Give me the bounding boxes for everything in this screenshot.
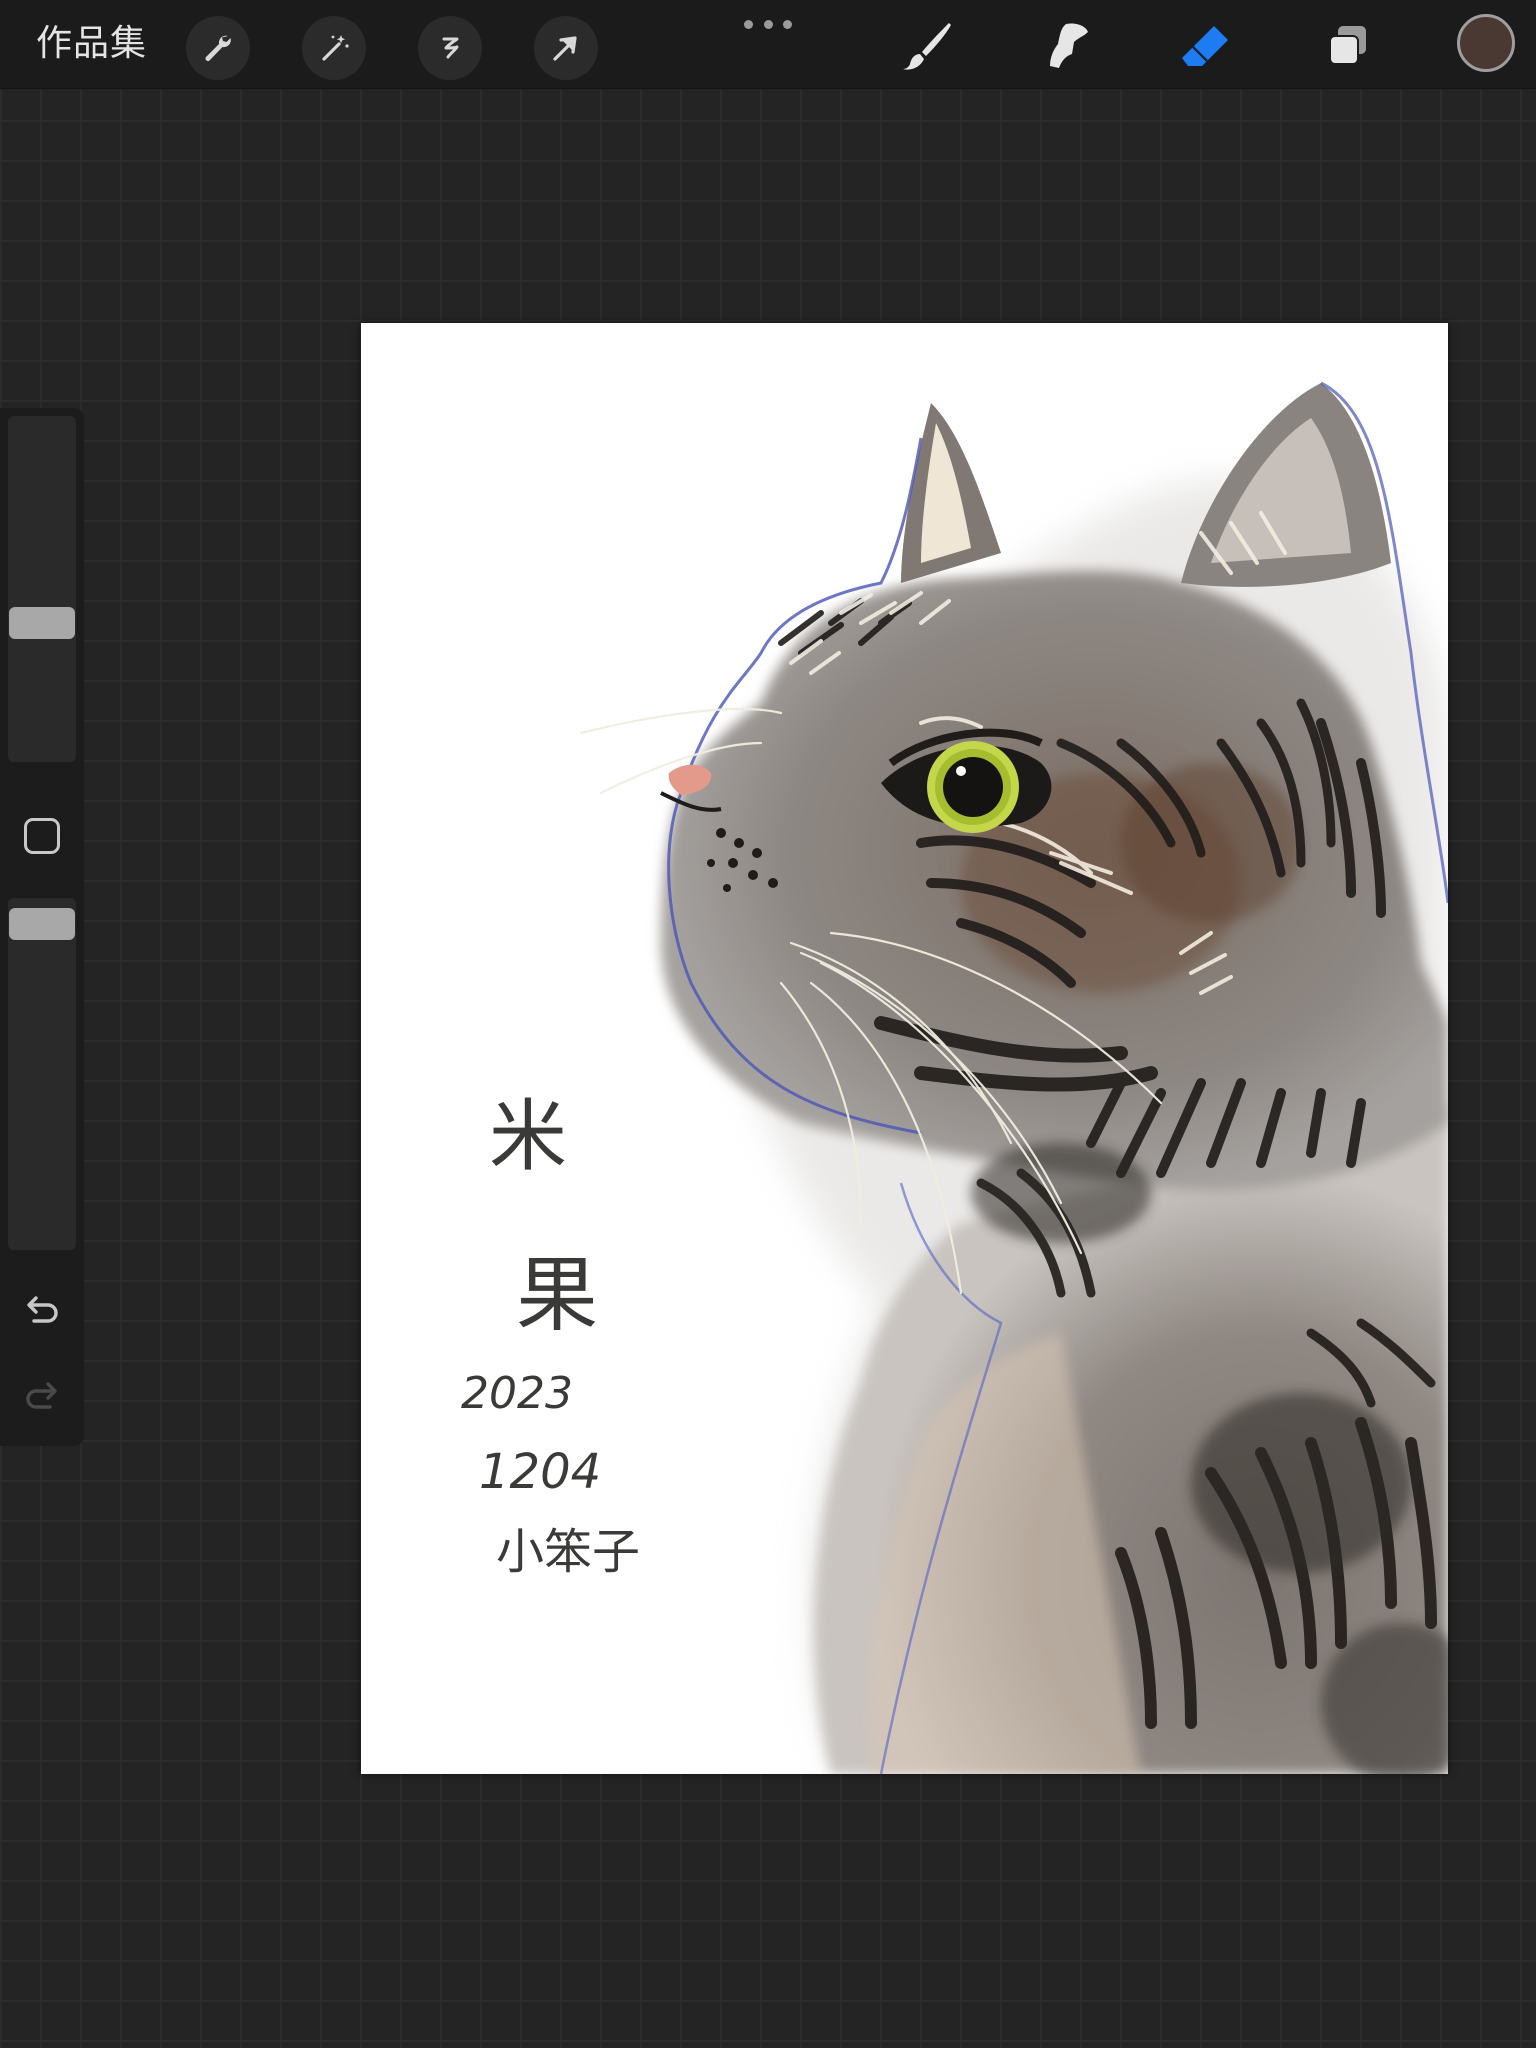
opacity-slider[interactable] — [8, 898, 76, 1250]
svg-text:2023: 2023 — [461, 1368, 573, 1419]
artwork-inscription: 米 果 2023 1204 小笨子 — [461, 1092, 640, 1580]
adjustments-button[interactable] — [302, 16, 366, 80]
cat-artwork: 米 果 2023 1204 小笨子 — [461, 381, 1448, 1774]
gallery-button[interactable]: 作品集 — [36, 20, 147, 68]
opacity-thumb[interactable] — [9, 908, 75, 940]
magic-wand-icon — [322, 35, 349, 61]
redo-icon[interactable] — [20, 1374, 64, 1418]
actions-button[interactable] — [186, 16, 250, 80]
brush-size-thumb[interactable] — [9, 607, 75, 639]
layers-icon — [1329, 26, 1366, 65]
wrench-icon — [205, 35, 231, 61]
top-toolbar: 作品集 — [0, 0, 1536, 89]
transform-button[interactable] — [534, 16, 598, 80]
transform-arrow-icon — [553, 36, 577, 61]
brush-size-slider[interactable] — [8, 416, 76, 762]
svg-text:果: 果 — [516, 1248, 598, 1343]
layers-button[interactable] — [1316, 14, 1380, 78]
svg-text:小笨子: 小笨子 — [496, 1524, 640, 1580]
smudge-tool-button[interactable] — [1034, 14, 1098, 78]
modify-button[interactable] — [24, 818, 60, 854]
svg-text:1204: 1204 — [479, 1444, 601, 1500]
paint-tool-button[interactable] — [896, 14, 960, 78]
more-options-icon[interactable] — [744, 14, 792, 34]
selection-icon — [442, 37, 459, 59]
drawing-canvas[interactable]: 米 果 2023 1204 小笨子 — [361, 323, 1448, 1774]
svg-text:米: 米 — [489, 1092, 567, 1182]
eraser-icon — [1182, 26, 1228, 66]
color-picker-button[interactable] — [1457, 14, 1515, 72]
brush-icon — [903, 23, 951, 70]
left-sidebar — [0, 408, 84, 1446]
smudge-icon — [1050, 23, 1088, 68]
selection-button[interactable] — [418, 16, 482, 80]
undo-icon[interactable] — [20, 1288, 64, 1332]
erase-tool-button[interactable] — [1172, 14, 1236, 78]
